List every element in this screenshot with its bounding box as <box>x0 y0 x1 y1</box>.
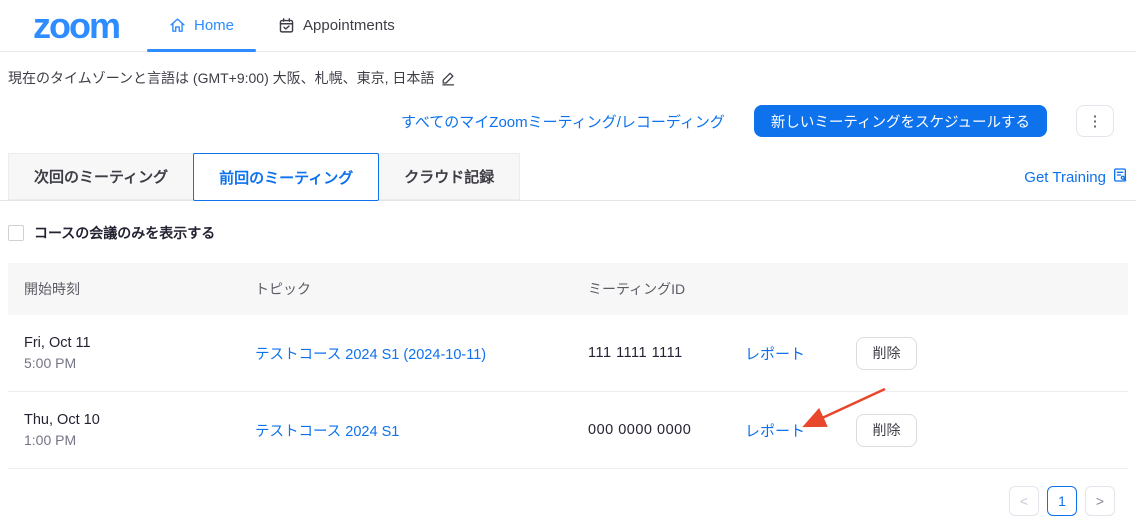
pagination-prev-button[interactable]: < <box>1009 486 1039 516</box>
more-options-button[interactable]: ⋮ <box>1076 105 1114 137</box>
table-row: Fri, Oct 11 5:00 PM テストコース 2024 S1 (2024… <box>8 315 1128 392</box>
previous-meetings-table: 開始時刻 トピック ミーティングID Fri, Oct 11 5:00 PM テ… <box>8 263 1128 469</box>
nav-tab-appointments[interactable]: Appointments <box>256 0 417 51</box>
report-link[interactable]: レポート <box>745 420 856 441</box>
meeting-time: 5:00 PM <box>24 355 255 371</box>
course-filter-row: コースの会議のみを表示する <box>8 223 1136 243</box>
meeting-id: 000 0000 0000 <box>588 422 745 438</box>
actions-row: すべてのマイZoomミーティング/レコーディング 新しいミーティングをスケジュー… <box>0 88 1136 137</box>
course-only-checkbox[interactable] <box>8 225 24 241</box>
meeting-time: 1:00 PM <box>24 432 255 448</box>
meeting-date: Thu, Oct 10 <box>24 412 255 428</box>
get-training-link[interactable]: Get Training <box>1024 167 1128 187</box>
report-link[interactable]: レポート <box>745 343 856 364</box>
nav-tab-label: Appointments <box>303 17 395 34</box>
zoom-logo: zoom <box>33 2 119 50</box>
pagination-next-button[interactable]: > <box>1085 486 1115 516</box>
timezone-text: 現在のタイムゾーンと言語は (GMT+9:00) 大阪、札幌、東京, 日本語 <box>8 68 434 88</box>
meeting-date: Fri, Oct 11 <box>24 335 255 351</box>
training-document-icon <box>1112 167 1128 187</box>
tab-previous-meetings[interactable]: 前回のミーティング <box>193 153 379 201</box>
meeting-id: 111 1111 1111 <box>588 345 745 361</box>
col-start-time: 開始時刻 <box>24 279 255 299</box>
tab-cloud-recordings[interactable]: クラウド記録 <box>378 153 520 200</box>
meeting-topic-link[interactable]: テストコース 2024 S1 (2024-10-11) <box>255 343 588 364</box>
pagination: < 1 > <box>0 486 1115 516</box>
delete-button[interactable]: 削除 <box>856 414 917 447</box>
edit-timezone-icon[interactable] <box>441 70 456 86</box>
timezone-row: 現在のタイムゾーンと言語は (GMT+9:00) 大阪、札幌、東京, 日本語 <box>0 52 1136 88</box>
vertical-ellipsis-icon: ⋮ <box>1088 112 1103 130</box>
get-training-label: Get Training <box>1024 169 1106 186</box>
table-row: Thu, Oct 10 1:00 PM テストコース 2024 S1 000 0… <box>8 392 1128 469</box>
all-zoom-meetings-link[interactable]: すべてのマイZoomミーティング/レコーディング <box>401 111 725 132</box>
nav-tab-home[interactable]: Home <box>147 0 256 51</box>
meeting-tabs-row: 次回のミーティング 前回のミーティング クラウド記録 Get Training <box>0 153 1136 201</box>
schedule-meeting-button[interactable]: 新しいミーティングをスケジュールする <box>754 105 1047 137</box>
table-header-row: 開始時刻 トピック ミーティングID <box>8 263 1128 315</box>
top-navigation-bar: zoom Home Appointments <box>0 0 1136 52</box>
home-icon <box>169 17 186 34</box>
pagination-page-1-button[interactable]: 1 <box>1047 486 1077 516</box>
course-only-label: コースの会議のみを表示する <box>34 223 215 243</box>
tab-upcoming-meetings[interactable]: 次回のミーティング <box>8 153 194 200</box>
col-meeting-id: ミーティングID <box>588 279 745 299</box>
meeting-topic-link[interactable]: テストコース 2024 S1 <box>255 420 588 441</box>
nav-tab-label: Home <box>194 17 234 34</box>
col-topic: トピック <box>255 279 588 299</box>
calendar-check-icon <box>278 17 295 34</box>
delete-button[interactable]: 削除 <box>856 337 917 370</box>
